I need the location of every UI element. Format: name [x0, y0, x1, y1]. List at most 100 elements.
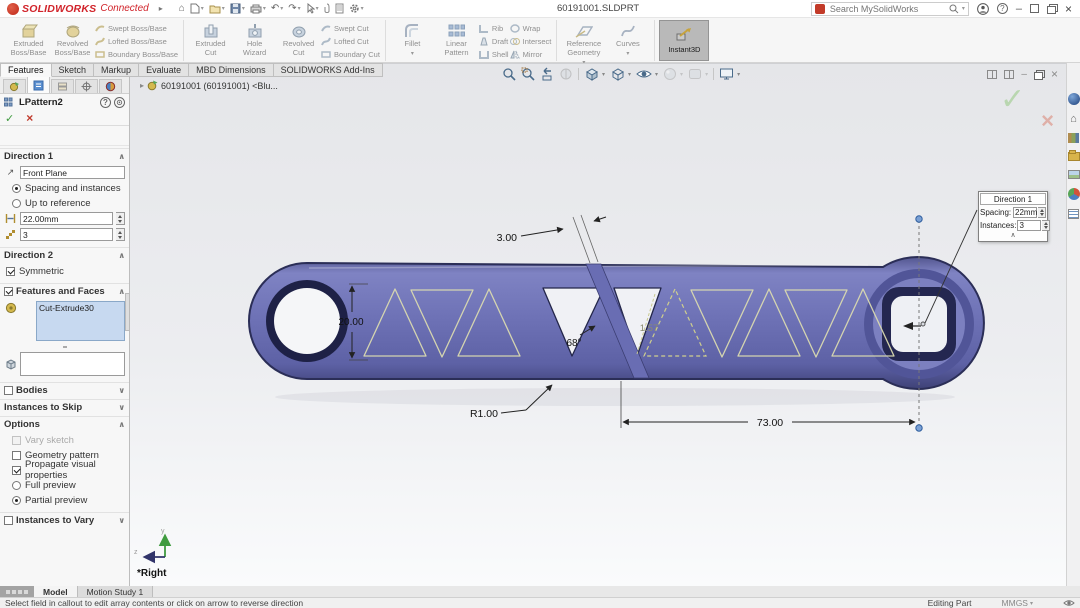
instances-field[interactable]: [20, 228, 113, 241]
callout-collapse-icon[interactable]: ∧: [980, 232, 1046, 240]
callout-instances-field[interactable]: 3: [1017, 220, 1042, 231]
full-preview-radio[interactable]: [12, 480, 21, 490]
options-gear-button[interactable]: ▾: [349, 3, 364, 14]
features-faces-checkbox[interactable]: [4, 286, 13, 296]
pm-help-icon[interactable]: ?: [100, 97, 111, 108]
fillet-button[interactable]: Fillet ▾: [391, 20, 434, 58]
zoom-to-area-icon[interactable]: [521, 67, 535, 81]
dimxpert-manager-tab[interactable]: [75, 79, 98, 93]
spacing-instances-radio[interactable]: [12, 183, 21, 193]
callout-spacing-field[interactable]: 22mm: [1013, 207, 1037, 218]
extruded-boss-base-button[interactable]: Extruded Boss/Base: [7, 20, 50, 57]
swept-boss-base-button[interactable]: Swept Boss/Base: [95, 23, 178, 33]
undo-button[interactable]: ↶ ▾: [271, 3, 283, 14]
properties-button[interactable]: [335, 3, 344, 14]
feature-manager-tab[interactable]: [3, 79, 26, 93]
dim-corner-radius[interactable]: R1.00: [470, 408, 498, 420]
tab-evaluate[interactable]: Evaluate: [139, 63, 190, 77]
wrap-button[interactable]: Wrap: [509, 23, 552, 33]
pm-ok-button[interactable]: ✓: [5, 112, 14, 125]
restore-button[interactable]: [1046, 4, 1058, 14]
intersect-button[interactable]: Intersect: [509, 36, 551, 46]
tab-sketch[interactable]: Sketch: [51, 63, 95, 77]
bodies-checkbox[interactable]: [4, 385, 13, 395]
feature-tree-flyout[interactable]: ▸ 60191001 (60191001) <Blu...: [140, 80, 278, 91]
instances-to-vary-section-header[interactable]: Instances to Vary ∨: [0, 512, 129, 527]
view-orientation-icon[interactable]: [584, 67, 599, 81]
tree-expand-icon[interactable]: ▸: [140, 81, 144, 90]
swept-cut-button[interactable]: Swept Cut: [321, 23, 380, 33]
configuration-manager-tab[interactable]: [51, 79, 74, 93]
hide-show-items-icon[interactable]: [636, 67, 652, 81]
tab-solidworks-addins[interactable]: SOLIDWORKS Add-Ins: [273, 63, 383, 77]
spacing-stepper[interactable]: [116, 212, 125, 225]
custom-properties-icon[interactable]: [1068, 209, 1079, 219]
draft-button[interactable]: Draft: [479, 36, 509, 46]
design-library-icon[interactable]: [1068, 133, 1079, 143]
doc-minimize-button[interactable]: –: [1021, 69, 1027, 79]
list-resize-grip[interactable]: [4, 344, 125, 349]
3dexperience-icon[interactable]: [1067, 93, 1080, 105]
linear-pattern-button[interactable]: Linear Pattern: [435, 20, 478, 57]
shell-button[interactable]: Shell: [478, 49, 509, 59]
menu-expand-icon[interactable]: ▸: [159, 4, 163, 13]
extruded-cut-button[interactable]: Extruded Cut: [189, 20, 232, 57]
direction2-section-header[interactable]: Direction 2 ∧: [0, 247, 129, 262]
split-pane-icon[interactable]: [987, 69, 998, 79]
graphics-viewport[interactable]: 3.00 20.00 68° 1.57 R1.00 73.00 y z ▾ ▾ …: [130, 63, 1066, 586]
save-button[interactable]: ▾: [230, 3, 245, 14]
propagate-visual-properties-checkbox[interactable]: [12, 465, 21, 475]
display-manager-tab[interactable]: [99, 79, 122, 93]
pm-pin-icon[interactable]: ⊙: [114, 97, 125, 108]
user-account-icon[interactable]: [976, 2, 989, 15]
callout-spacing-stepper[interactable]: [1038, 207, 1046, 218]
reference-geometry-button[interactable]: ReferenceGeometry ▾: [562, 20, 605, 67]
tree-root-label[interactable]: 60191001 (60191001) <Blu...: [161, 81, 278, 91]
view-settings-icon[interactable]: [719, 67, 734, 81]
mirror-button[interactable]: Mirror: [509, 49, 552, 59]
split-pane-icon[interactable]: [1004, 69, 1015, 79]
status-eye-icon[interactable]: [1063, 598, 1075, 608]
symmetric-checkbox[interactable]: [6, 266, 15, 276]
motion-study-tab[interactable]: Motion Study 1: [77, 586, 154, 597]
features-faces-section-header[interactable]: Features and Faces ∧: [0, 283, 129, 298]
fillet-caret-icon[interactable]: ▾: [411, 50, 414, 58]
partial-preview-radio[interactable]: [12, 495, 21, 505]
direction1-section-header[interactable]: Direction 1 ∧: [0, 148, 129, 163]
select-button[interactable]: ▾: [306, 3, 319, 14]
instances-to-skip-section-header[interactable]: Instances to Skip ∨: [0, 399, 129, 414]
home-tab-icon[interactable]: ⌂: [1070, 114, 1077, 125]
dim-rib-angle[interactable]: 68°: [566, 338, 581, 349]
open-button[interactable]: ▾: [209, 4, 225, 14]
boundary-cut-button[interactable]: Boundary Cut: [321, 49, 380, 59]
display-style-icon[interactable]: [610, 67, 625, 81]
attachment-icon[interactable]: [324, 3, 330, 14]
list-item[interactable]: Cut-Extrude30: [39, 303, 122, 313]
print-button[interactable]: ▾: [250, 4, 266, 14]
tab-mbd-dimensions[interactable]: MBD Dimensions: [189, 63, 274, 77]
left-hole[interactable]: [274, 288, 340, 354]
unit-system-selector[interactable]: MMGS ▾: [1002, 598, 1033, 608]
tab-features[interactable]: Features: [0, 63, 52, 77]
revolved-boss-base-button[interactable]: Revolved Boss/Base: [51, 20, 94, 57]
lofted-boss-base-button[interactable]: Lofted Boss/Base: [95, 36, 178, 46]
geometry-pattern-checkbox[interactable]: [12, 450, 21, 460]
dim-pattern-length[interactable]: 73.00: [757, 417, 783, 429]
tab-scroll-buttons[interactable]: [0, 586, 34, 597]
rib-button[interactable]: Rib: [478, 23, 509, 33]
up-to-reference-radio[interactable]: [12, 198, 21, 208]
revolved-cut-button[interactable]: Revolved Cut: [277, 20, 320, 57]
lofted-cut-button[interactable]: Lofted Cut: [321, 36, 380, 46]
spacing-field[interactable]: [20, 212, 113, 225]
confirm-ok-button[interactable]: ✓: [1000, 82, 1025, 117]
instances-stepper[interactable]: [116, 228, 125, 241]
doc-close-button[interactable]: ×: [1051, 68, 1058, 80]
instant3d-button[interactable]: Instant3D: [659, 20, 710, 61]
direction1-callout[interactable]: Direction 1 Spacing: 22mm Instances: 3 ∧: [978, 191, 1051, 242]
help-icon[interactable]: ?: [996, 3, 1008, 14]
confirm-cancel-button[interactable]: ×: [1041, 108, 1054, 134]
previous-view-icon[interactable]: [540, 67, 554, 81]
instances-to-vary-checkbox[interactable]: [4, 515, 13, 525]
model-tab[interactable]: Model: [34, 586, 78, 597]
curves-button[interactable]: Curves ▾: [606, 20, 649, 58]
